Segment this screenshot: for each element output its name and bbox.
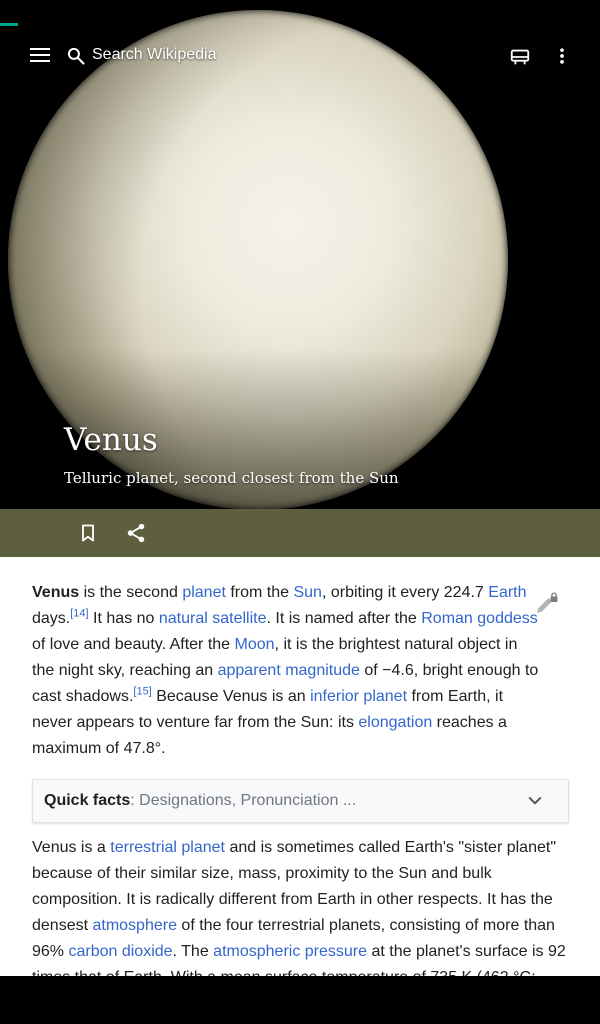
article-content: Venus is the second planet from the Sun,…	[0, 557, 600, 976]
link-planet[interactable]: planet	[182, 584, 226, 601]
quick-facts-summary: : Designations, Pronunciation ...	[130, 792, 357, 809]
lead-image[interactable]: Search Wikipedia Venus Telluric planet, …	[0, 0, 600, 509]
body-paragraph: Venus is a terrestrial planet and is som…	[32, 839, 566, 976]
link-elongation[interactable]: elongation	[358, 714, 432, 731]
share-icon[interactable]	[125, 522, 147, 544]
link-apparent-magnitude[interactable]: apparent magnitude	[218, 662, 360, 679]
more-icon[interactable]	[552, 46, 572, 66]
bookmark-icon[interactable]	[78, 523, 98, 543]
reference-15[interactable]: [15]	[133, 686, 151, 698]
chevron-down-icon[interactable]	[526, 792, 544, 810]
link-sun[interactable]: Sun	[293, 584, 321, 601]
edit-locked-icon[interactable]	[533, 592, 559, 618]
link-earth[interactable]: Earth	[488, 584, 526, 601]
intro-paragraph: Venus is the second planet from the Sun,…	[32, 584, 539, 757]
system-navigation-bar	[0, 976, 600, 1024]
menu-icon[interactable]	[30, 48, 50, 64]
article-title: Venus	[64, 422, 158, 458]
link-moon[interactable]: Moon	[235, 636, 275, 653]
quick-facts-label: Quick facts	[44, 792, 131, 809]
link-atmosphere[interactable]: atmosphere	[92, 917, 177, 934]
loading-progress	[0, 23, 18, 26]
toolbar: Search Wikipedia	[0, 36, 600, 76]
link-natural-satellite[interactable]: natural satellite	[159, 610, 267, 627]
link-roman-goddess[interactable]: Roman goddess	[421, 610, 538, 627]
link-carbon-dioxide[interactable]: carbon dioxide	[68, 943, 172, 960]
quick-facts-box[interactable]: Quick facts: Designations, Pronunciation…	[32, 779, 569, 823]
link-atmospheric-pressure[interactable]: atmospheric pressure	[213, 943, 367, 960]
article-action-bar	[0, 509, 600, 557]
search-icon[interactable]	[66, 46, 86, 66]
link-inferior-planet[interactable]: inferior planet	[310, 688, 407, 705]
article-description: Telluric planet, second closest from the…	[64, 469, 399, 487]
reading-list-icon[interactable]	[509, 46, 531, 68]
link-terrestrial-planet[interactable]: terrestrial planet	[110, 839, 225, 856]
reference-14[interactable]: [14]	[70, 608, 88, 620]
search-input[interactable]: Search Wikipedia	[92, 46, 217, 64]
